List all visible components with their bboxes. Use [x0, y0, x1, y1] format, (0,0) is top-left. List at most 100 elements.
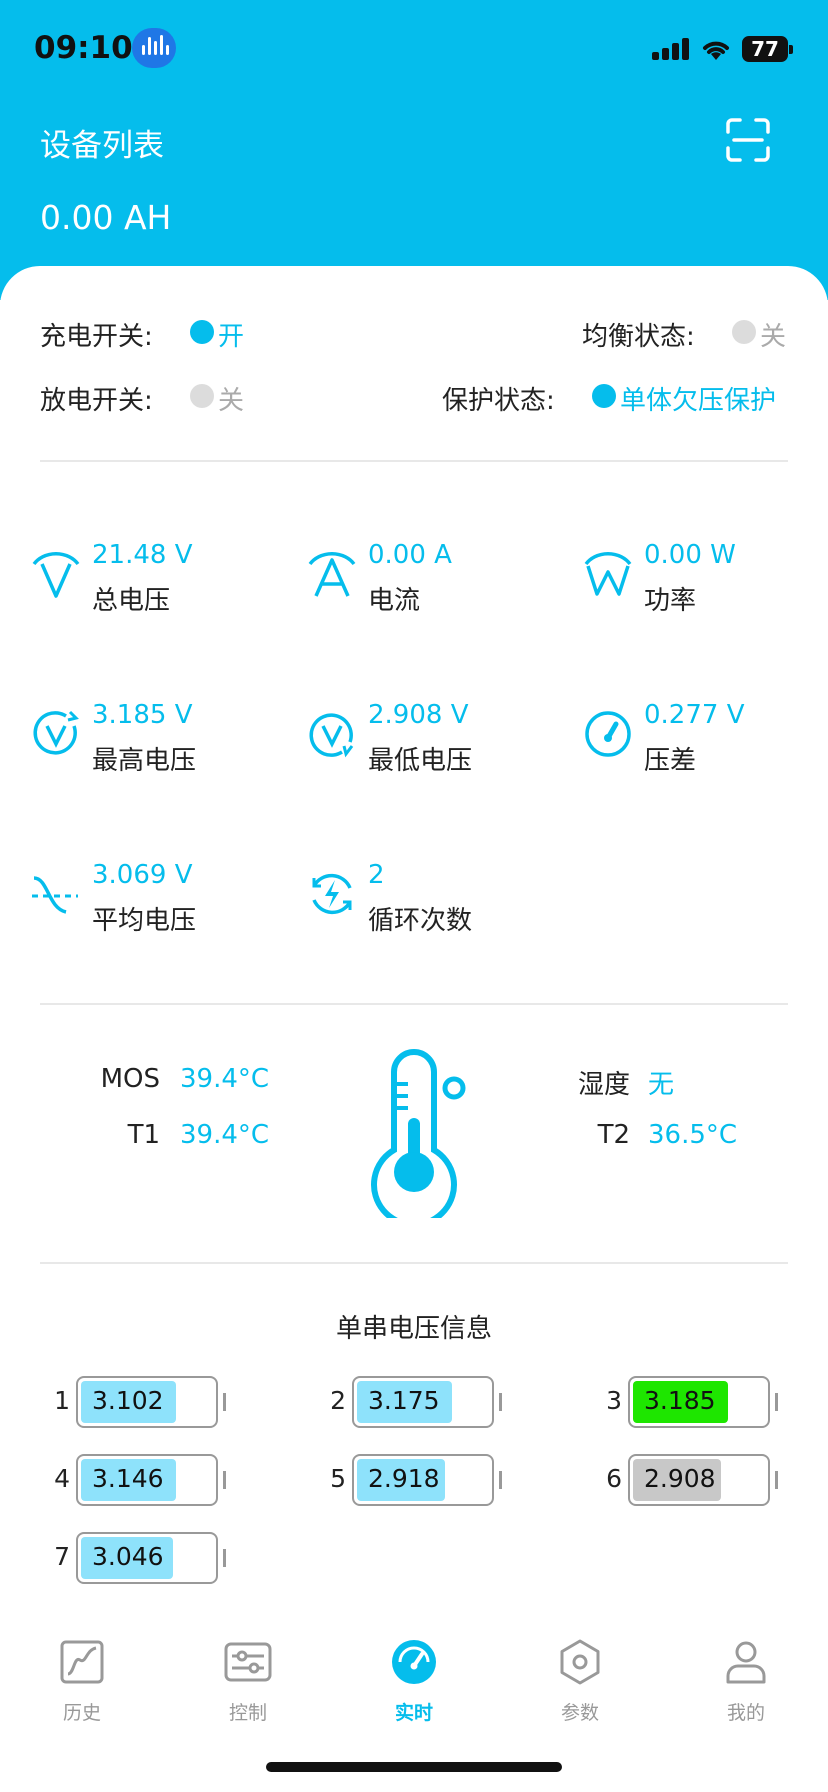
metric-value: 2.908 V: [368, 700, 469, 730]
cell-voltage-value: 3.102: [92, 1386, 164, 1415]
cell-voltage-value: 3.175: [368, 1386, 440, 1415]
metric-value: 0.00 W: [644, 540, 736, 570]
cycle-icon: [312, 873, 352, 915]
scan-icon[interactable]: [726, 118, 770, 162]
tab-bar: 历史 控制 实时 参数 我的: [0, 1620, 828, 1740]
metric-value: 21.48 V: [92, 540, 193, 570]
tab-realtime[interactable]: 实时: [354, 1620, 474, 1725]
tab-label: 历史: [62, 1702, 101, 1724]
cell-battery: 2.908: [628, 1454, 778, 1506]
cell-battery: 3.175: [352, 1376, 502, 1428]
metric-value: 0.277 V: [644, 700, 745, 730]
cell-signal-icon: [652, 36, 690, 60]
thermometer-icon: [371, 1049, 466, 1218]
divider: [40, 1003, 788, 1005]
capacity-value: 0.00 AH: [40, 198, 172, 237]
metric-max-voltage: 3.185 V 最高电压: [30, 700, 250, 790]
dashboard-icon: [392, 1640, 436, 1684]
mos-temp-label: MOS: [100, 1064, 160, 1094]
charge-switch-state[interactable]: 开: [218, 316, 244, 353]
tab-label: 实时: [394, 1702, 433, 1724]
balance-status-label: 均衡状态:: [582, 322, 695, 352]
balance-status-dot: [732, 320, 756, 344]
metric-voltage-diff: 0.277 V 压差: [582, 700, 802, 790]
metric-min-voltage: 2.908 V 最低电压: [306, 700, 526, 790]
metric-average-voltage: 3.069 V 平均电压: [30, 860, 250, 950]
metric-power: 0.00 W 功率: [582, 540, 802, 630]
history-chart-icon: [60, 1640, 104, 1684]
metric-value: 3.069 V: [92, 860, 193, 890]
cell-index: 5: [330, 1464, 346, 1493]
metric-cycle-count: 2 循环次数: [306, 860, 526, 950]
cell-index: 6: [606, 1464, 622, 1493]
hex-nut-icon: [560, 1639, 600, 1685]
t2-temp-label: T2: [597, 1120, 630, 1150]
cell-index: 2: [330, 1386, 346, 1415]
humidity-value: 无: [648, 1070, 675, 1100]
t1-temp-label: T1: [127, 1120, 160, 1150]
max-voltage-icon: [33, 710, 79, 755]
metric-label: 总电压: [92, 586, 171, 616]
humidity-label: 湿度: [577, 1070, 630, 1100]
metric-label: 压差: [644, 746, 697, 776]
sliders-icon: [224, 1642, 272, 1682]
battery-terminal: [775, 1471, 778, 1489]
discharge-switch-state[interactable]: 关: [218, 380, 244, 417]
tab-history[interactable]: 历史: [22, 1620, 142, 1725]
cell-battery: 3.046: [76, 1532, 226, 1584]
cell-index: 3: [606, 1386, 622, 1415]
metric-total-voltage: 21.48 V 总电压: [30, 540, 250, 630]
cell-index: 4: [54, 1464, 70, 1493]
tab-parameters[interactable]: 参数: [520, 1620, 640, 1725]
cell-voltage-value: 3.185: [644, 1386, 716, 1415]
tab-control[interactable]: 控制: [188, 1620, 308, 1725]
min-voltage-icon: [309, 713, 354, 758]
metric-value: 2: [368, 860, 385, 890]
battery-terminal: [775, 1393, 778, 1411]
protect-status-label: 保护状态:: [442, 386, 555, 416]
battery-terminal: [223, 1471, 226, 1489]
metric-label: 平均电压: [92, 906, 197, 936]
total-voltage-icon: [32, 552, 80, 598]
battery-terminal: [499, 1393, 502, 1411]
tab-label: 控制: [228, 1702, 267, 1724]
metric-value: 0.00 A: [368, 540, 452, 570]
metric-label: 电流: [368, 586, 421, 616]
cell-battery: 3.102: [76, 1376, 226, 1428]
discharge-switch-label: 放电开关:: [40, 386, 153, 416]
metric-label: 最高电压: [92, 746, 197, 776]
voice-activity-icon: [132, 28, 176, 68]
metric-label: 循环次数: [368, 906, 473, 936]
t2-temp-value: 36.5°C: [648, 1120, 738, 1150]
battery-terminal: [223, 1549, 226, 1567]
mos-temp-value: 39.4°C: [180, 1064, 270, 1094]
cell-voltage-value: 2.918: [368, 1464, 440, 1493]
cell-voltage-value: 3.146: [92, 1464, 164, 1493]
cell-battery: 3.185: [628, 1376, 778, 1428]
metric-current: 0.00 A 电流: [306, 540, 526, 630]
battery-terminal: [499, 1471, 502, 1489]
home-indicator: [266, 1762, 562, 1772]
cell-battery: 2.918: [352, 1454, 502, 1506]
status-bar: 09:10 77: [0, 0, 828, 98]
charge-switch-label: 充电开关:: [40, 322, 153, 352]
discharge-switch-dot[interactable]: [190, 384, 214, 408]
user-icon: [726, 1641, 766, 1684]
charge-switch-dot[interactable]: [190, 320, 214, 344]
gauge-icon: [585, 711, 631, 757]
status-time: 09:10: [34, 30, 133, 66]
metric-value: 3.185 V: [92, 700, 193, 730]
cell-index: 1: [54, 1386, 70, 1415]
cell-voltage-value: 3.046: [92, 1542, 164, 1571]
cell-voltage-title: 单串电压信息: [335, 1314, 492, 1344]
tab-mine[interactable]: 我的: [686, 1620, 806, 1725]
average-voltage-icon: [32, 876, 78, 914]
divider: [40, 1262, 788, 1264]
cell-index: 7: [54, 1542, 70, 1571]
tab-label: 我的: [726, 1702, 765, 1724]
protect-status-state: 单体欠压保护: [620, 386, 777, 416]
page-title[interactable]: 设备列表: [40, 120, 164, 165]
metric-label: 功率: [644, 586, 697, 616]
metric-label: 最低电压: [368, 746, 473, 776]
t1-temp-value: 39.4°C: [180, 1120, 270, 1150]
